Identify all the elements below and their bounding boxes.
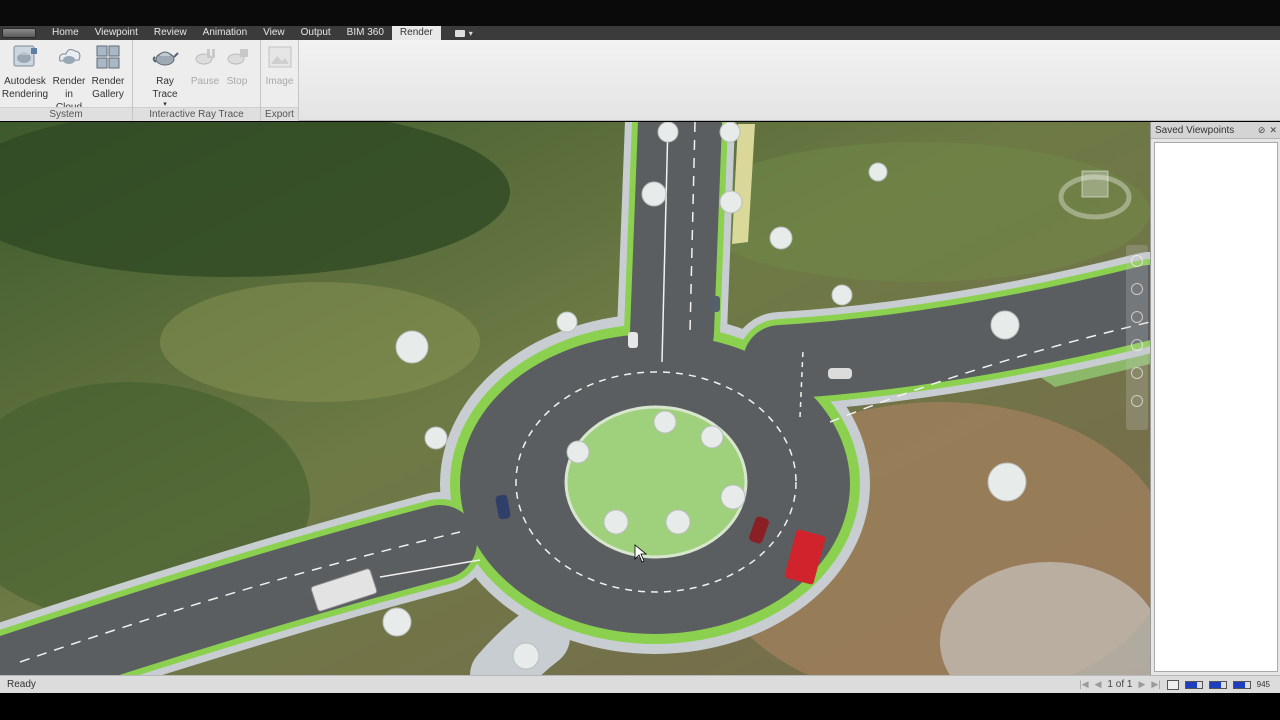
- chevron-down-icon: ▾: [468, 28, 473, 38]
- web-server-progress-icon: [1232, 680, 1251, 689]
- image-label: Image: [265, 76, 294, 87]
- tree: [603, 509, 629, 535]
- stop-label: Stop: [226, 76, 248, 87]
- teapot-render-icon: [11, 43, 39, 71]
- cloud-render-icon: [55, 43, 83, 71]
- car-grey: [710, 296, 720, 312]
- tree: [665, 509, 691, 535]
- ribbon-display-options-button[interactable]: ▾: [454, 28, 473, 38]
- orbit-icon[interactable]: [1131, 339, 1143, 351]
- tree: [868, 162, 888, 182]
- tab-review[interactable]: Review: [146, 26, 195, 40]
- tree: [769, 226, 793, 250]
- last-sheet-icon[interactable]: ▶|: [1151, 679, 1160, 690]
- saved-viewpoints-list[interactable]: [1154, 142, 1278, 672]
- status-text: Ready: [7, 679, 36, 690]
- image-icon: [266, 43, 294, 71]
- tree: [720, 484, 746, 510]
- panel-export-title: Export: [261, 107, 298, 121]
- panel-interactive-ray-trace: Ray Trace ▾ Pause Stop Interactive Ray T…: [133, 40, 261, 121]
- panel-export: Image Export: [261, 40, 299, 121]
- sheet-browser-icon[interactable]: [1166, 679, 1179, 690]
- tree: [719, 190, 743, 214]
- status-bar: Ready |◀ ◀ 1 of 1 ▶ ▶| 945: [0, 675, 1280, 693]
- stop-icon: [223, 43, 251, 71]
- viewcube[interactable]: [1058, 157, 1132, 227]
- ray-trace-button[interactable]: Ray Trace ▾: [141, 43, 189, 108]
- close-icon[interactable]: ✕: [1269, 125, 1277, 136]
- pencil-progress-icon: [1184, 680, 1203, 689]
- saved-viewpoints-title: Saved Viewpoints: [1155, 124, 1235, 136]
- pause-icon: [191, 43, 219, 71]
- autodesk-rendering-label: Autodesk Rendering: [1, 76, 49, 100]
- car-white: [828, 368, 852, 379]
- tab-render[interactable]: Render: [391, 26, 441, 40]
- pause-label: Pause: [190, 76, 220, 87]
- application-menu-button[interactable]: [2, 28, 36, 38]
- steering-wheel-icon[interactable]: [1131, 255, 1143, 267]
- memory-usage: 945: [1256, 680, 1270, 689]
- stop-button[interactable]: Stop: [221, 43, 253, 108]
- render-in-cloud-button[interactable]: Render in Cloud: [50, 43, 88, 114]
- autodesk-rendering-button[interactable]: Autodesk Rendering: [0, 43, 50, 114]
- next-sheet-icon[interactable]: ▶: [1138, 679, 1145, 690]
- ribbon-empty-area: [299, 40, 1280, 120]
- render-gallery-label: Render Gallery: [91, 76, 125, 100]
- tab-view[interactable]: View: [255, 26, 293, 40]
- tree: [382, 607, 412, 637]
- saved-viewpoints-panel: Saved Viewpoints ⊘ ✕: [1150, 122, 1280, 675]
- panel-system: Autodesk Rendering Render in Cloud Rende…: [0, 40, 133, 121]
- teapot-icon: [151, 43, 179, 71]
- previous-sheet-icon[interactable]: ◀: [1095, 679, 1102, 690]
- tab-home[interactable]: Home: [44, 26, 87, 40]
- ribbon-tab-bar: Home Viewpoint Review Animation View Out…: [0, 26, 1280, 40]
- car-white: [628, 332, 638, 348]
- window-title-bar: [0, 0, 1280, 26]
- ribbon: Autodesk Rendering Render in Cloud Rende…: [0, 40, 1280, 121]
- tree: [424, 426, 448, 450]
- tree: [987, 462, 1027, 502]
- gallery-icon: [94, 43, 122, 71]
- export-image-button[interactable]: Image: [263, 43, 297, 88]
- disk-progress-icon: [1208, 680, 1227, 689]
- saved-viewpoints-header: Saved Viewpoints ⊘ ✕: [1151, 122, 1280, 139]
- scene-viewport[interactable]: [0, 122, 1150, 675]
- pause-button[interactable]: Pause: [189, 43, 221, 108]
- tree: [657, 122, 679, 143]
- ray-trace-label: Ray Trace: [152, 76, 178, 100]
- panel-interactive-ray-trace-title: Interactive Ray Trace: [133, 107, 260, 121]
- sheet-indicator: 1 of 1: [1107, 679, 1133, 690]
- roundabout-scene: [0, 122, 1150, 675]
- tab-viewpoint[interactable]: Viewpoint: [87, 26, 146, 40]
- tree: [653, 410, 677, 434]
- tab-animation[interactable]: Animation: [195, 26, 255, 40]
- grass-patch: [160, 282, 480, 402]
- tree: [641, 181, 667, 207]
- bottom-bar: [0, 693, 1280, 720]
- tab-output[interactable]: Output: [293, 26, 339, 40]
- tree: [556, 311, 578, 333]
- render-gallery-button[interactable]: Render Gallery: [88, 43, 128, 114]
- tab-bim360[interactable]: BIM 360: [339, 26, 392, 40]
- look-icon[interactable]: [1131, 367, 1143, 379]
- tree: [512, 642, 540, 670]
- pan-icon[interactable]: [1131, 283, 1143, 295]
- select-icon[interactable]: [1131, 395, 1143, 407]
- camera-icon: [454, 29, 465, 37]
- navigation-bar: [1126, 245, 1148, 430]
- tree: [719, 122, 741, 143]
- tree: [566, 440, 590, 464]
- zoom-icon[interactable]: [1131, 311, 1143, 323]
- panel-system-title: System: [0, 107, 132, 121]
- first-sheet-icon[interactable]: |◀: [1079, 679, 1088, 690]
- tree: [700, 425, 724, 449]
- tree: [831, 284, 853, 306]
- tree: [395, 330, 429, 364]
- pin-icon[interactable]: ⊘: [1258, 125, 1266, 136]
- tree: [990, 310, 1020, 340]
